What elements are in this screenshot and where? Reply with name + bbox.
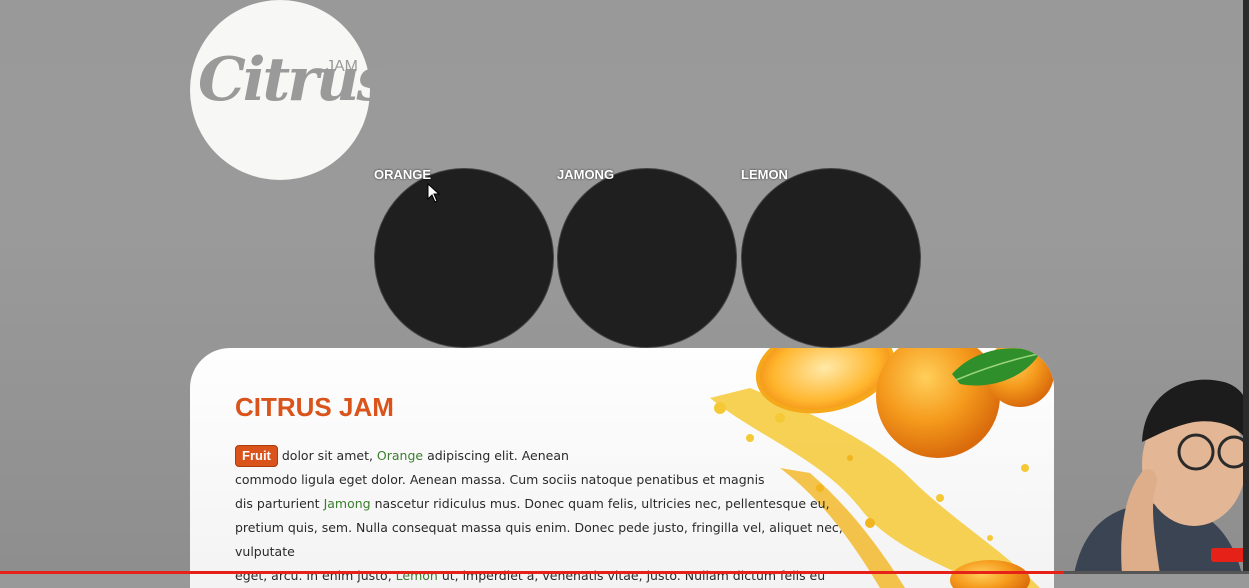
- paragraph-text: adipiscing elit. Aenean: [423, 448, 569, 463]
- nav-label-orange[interactable]: ORANGE: [374, 167, 431, 182]
- logo-wordmark: Citrus: [198, 45, 390, 115]
- nav-label-jamong[interactable]: JAMONG: [557, 167, 614, 182]
- page: Citrus JAM ORANGE JAMONG LEMON CITRUS JA…: [0, 0, 1249, 588]
- webcam-presenter-video: [1074, 379, 1249, 574]
- highlight-jamong: Jamong: [323, 496, 371, 511]
- nav-circle-orange[interactable]: [374, 168, 554, 348]
- nav-label-lemon[interactable]: LEMON: [741, 167, 788, 182]
- nav-item-orange[interactable]: ORANGE: [374, 167, 554, 348]
- nav-item-lemon[interactable]: LEMON: [741, 167, 921, 348]
- logo-subtitle: JAM: [326, 58, 358, 75]
- paragraph-text: dis parturient: [235, 496, 324, 511]
- fruit-badge: Fruit: [235, 445, 278, 467]
- paragraph-text: pretium quis, sem. Nulla consequat massa…: [235, 520, 843, 559]
- paragraph-text: nascetur ridiculus mus. Donec quam felis…: [370, 496, 830, 511]
- page-title: CITRUS JAM: [235, 392, 394, 422]
- intro-paragraph: Fruit dolor sit amet, Orange adipiscing …: [235, 444, 855, 588]
- highlight-orange: Orange: [376, 448, 424, 463]
- nav-item-jamong[interactable]: JAMONG: [557, 167, 737, 348]
- nav-circle-jamong[interactable]: [557, 168, 737, 348]
- nav-circle-lemon[interactable]: [741, 168, 921, 348]
- mouse-cursor-icon: [427, 183, 441, 203]
- paragraph-text: commodo ligula eget dolor. Aenean massa.…: [235, 472, 765, 487]
- paragraph-text: dolor sit amet,: [277, 448, 377, 463]
- citrus-jam-logo[interactable]: Citrus JAM: [190, 0, 390, 180]
- scrollbar[interactable]: [1243, 0, 1249, 574]
- content-card: CITRUS JAM Fruit dolor sit amet, Orange …: [190, 348, 1054, 588]
